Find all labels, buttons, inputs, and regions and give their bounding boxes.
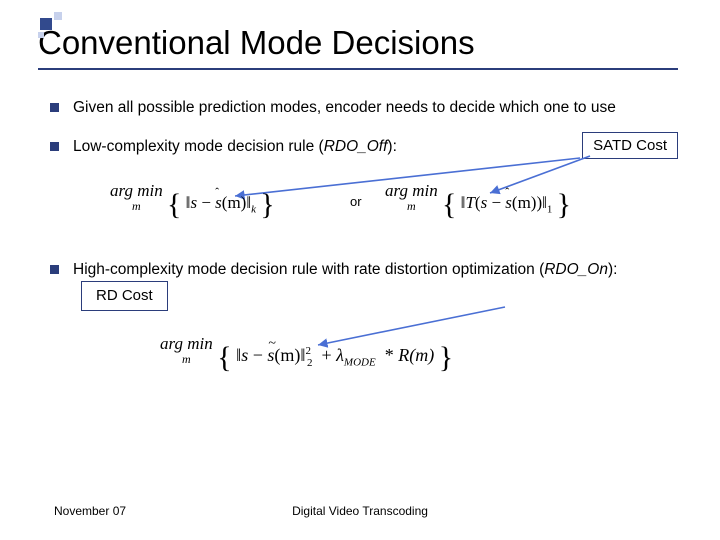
formula-satd: arg minm { ‖T(s − ˆs(m))‖1 } <box>385 182 571 216</box>
bullet-3-suffix: ): <box>608 261 617 278</box>
bullet-icon <box>50 103 59 112</box>
bullet-icon <box>50 142 59 151</box>
title-decoration <box>38 12 78 52</box>
formula-sad: arg minm { ‖s − ˆs(m)‖k } <box>110 182 275 216</box>
bullet-3-prefix: High-complexity mode decision rule with … <box>73 261 544 278</box>
formula-rdo: arg minm { ‖s − ~s(m)‖22 + λMODE * R(m) … <box>160 335 453 369</box>
slide-title: Conventional Mode Decisions <box>38 24 700 62</box>
footer-center: Digital Video Transcoding <box>0 504 720 518</box>
bullet-3-em: RDO_On <box>544 261 608 278</box>
title-bar: Conventional Mode Decisions <box>38 24 700 70</box>
bullet-icon <box>50 265 59 274</box>
bullet-1: Given all possible prediction modes, enc… <box>50 98 690 119</box>
bullet-1-text: Given all possible prediction modes, enc… <box>73 98 616 119</box>
slide-body: Given all possible prediction modes, enc… <box>50 98 690 399</box>
rd-cost-label: RD Cost <box>81 281 168 311</box>
formula-row-1: arg minm { ‖s − ˆs(m)‖k } or arg minm { … <box>50 176 690 246</box>
or-label: or <box>350 194 362 209</box>
formula-row-2: arg minm { ‖s − ~s(m)‖22 + λMODE * R(m) … <box>50 329 690 399</box>
title-underline <box>38 68 678 70</box>
